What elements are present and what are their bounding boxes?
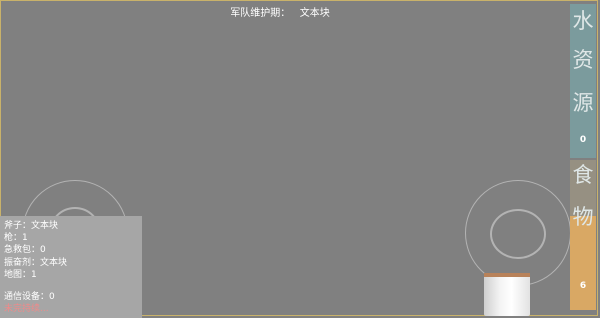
stimulant-value: 文本块 <box>40 257 68 268</box>
action-joystick[interactable] <box>465 180 571 286</box>
axe-label: 斧子： <box>4 221 32 231</box>
food-title-char-1: 食 <box>572 163 594 187</box>
water-resource-gauge: 水 资 源 0 <box>570 4 596 158</box>
map-value: 1 <box>31 269 37 280</box>
water-title-char-2: 资 <box>572 48 594 72</box>
army-maintenance-label: 军队维护期： <box>230 8 291 19</box>
water-title-char-3: 源 <box>572 91 594 115</box>
inventory-axe: 斧子：文本块 <box>4 220 142 232</box>
book-card-icon[interactable] <box>484 273 530 316</box>
food-title-char-2: 物 <box>572 205 594 229</box>
inventory-stimulant: 振奋剂：文本块 <box>4 257 142 269</box>
comm-value: 0 <box>49 291 55 302</box>
axe-value: 文本块 <box>31 221 59 231</box>
army-maintenance-status: 军队维护期： 文本块 <box>0 4 560 19</box>
action-joystick-knob[interactable] <box>490 209 546 259</box>
book-card-cap <box>484 273 530 277</box>
inventory-panel: 斧子：文本块 枪：1 急救包：0 振奋剂：文本块 地图：1 通信设备：0 未完持… <box>0 216 142 318</box>
food-value: 6 <box>579 281 587 291</box>
comm-label: 通信设备： <box>4 291 50 302</box>
inventory-comm-device: 通信设备：0 <box>4 291 142 303</box>
map-label: 地图： <box>4 269 32 280</box>
gun-label: 枪： <box>4 233 23 244</box>
water-title-char-1: 水 <box>572 9 594 33</box>
stimulant-label: 振奋剂： <box>4 257 41 268</box>
inventory-medkit: 急救包：0 <box>4 244 142 256</box>
water-value: 0 <box>579 135 587 145</box>
continue-hint: 未完持续... <box>4 304 49 315</box>
medkit-label: 急救包： <box>4 245 41 256</box>
gun-value: 1 <box>22 233 28 244</box>
inventory-gun: 枪：1 <box>4 232 142 244</box>
army-maintenance-value: 文本块 <box>299 8 330 19</box>
inventory-map: 地图：1 <box>4 269 142 281</box>
medkit-value: 0 <box>40 245 46 256</box>
food-gauge: 食 物 6 <box>570 160 596 310</box>
